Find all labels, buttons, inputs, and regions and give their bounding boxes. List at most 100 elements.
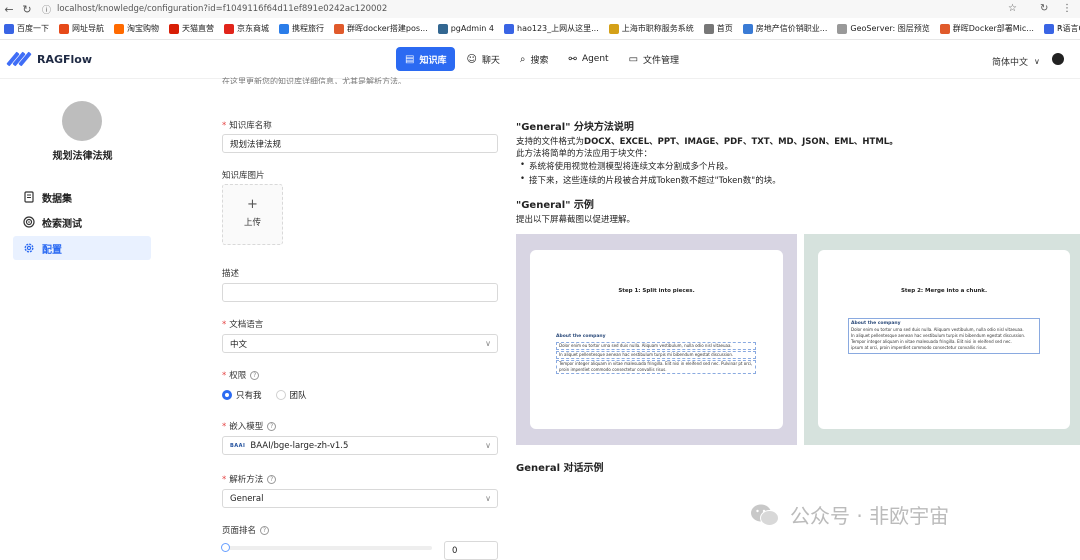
bookmark-item[interactable]: 首页	[703, 23, 733, 34]
bookmark-item[interactable]: 携程旅行	[279, 23, 324, 34]
tab-label: 知识库	[419, 55, 447, 66]
permission-label: * 权限?	[222, 369, 260, 381]
bookmark-item[interactable]: pgAdmin 4	[437, 23, 494, 34]
sidebar-item-dataset[interactable]: 数据集	[13, 185, 151, 209]
bookmark-item[interactable]: GeoServer: 图层预览	[837, 23, 930, 34]
method-line: 此方法将简单的方法应用于块文件：	[516, 149, 653, 159]
bookmark-favicon-icon	[114, 23, 124, 34]
description-input[interactable]	[222, 283, 498, 302]
back-icon[interactable]: ←	[0, 3, 18, 16]
chevron-down-icon: ∨	[485, 339, 491, 348]
bookmark-label: 上海市职称服务系统	[621, 24, 694, 33]
bookmark-favicon-icon	[59, 23, 69, 34]
sync-icon[interactable]: ↻	[1040, 3, 1048, 14]
sidebar-item-config[interactable]: 配置	[13, 236, 151, 260]
language-select[interactable]: 中文 ∨	[222, 334, 498, 353]
bookmark-label: 携程旅行	[292, 24, 324, 33]
more-icon[interactable]: ⋮	[1062, 3, 1072, 14]
bookmarks-bar: 百度一下 网址导航 淘宝购物 天猫直营 京东商城 携程旅行 群晖docker搭建pos...…	[0, 18, 1080, 40]
bookmark-item[interactable]: 上海市职称服务系统	[608, 23, 694, 34]
kb-avatar	[62, 101, 102, 141]
formats-line: 支持的文件格式为DOCX、EXCEL、PPT、IMAGE、PDF、TXT、MD、…	[516, 137, 898, 147]
logo[interactable]: RAGFlow	[6, 49, 93, 69]
sidebar-item-label: 检索测试	[42, 218, 82, 230]
bookmark-item[interactable]: 淘宝购物	[114, 23, 159, 34]
top-nav: ▤ 知识库 ☺ 聊天 ⌕ 搜索 ⚯ Agent ▭ 文件管理	[396, 47, 690, 71]
parse-method-select[interactable]: General ∨	[222, 489, 498, 508]
bookmark-favicon-icon	[169, 23, 179, 34]
github-icon[interactable]	[1052, 53, 1064, 65]
kb-name-input[interactable]: 规划法律法规	[222, 134, 498, 153]
bookmark-label: 群晖docker搭建pos...	[347, 24, 428, 33]
bookmarks-more-icon[interactable]: ›	[1058, 22, 1062, 33]
bookmark-item[interactable]: 房地产信价销职业...	[742, 23, 828, 34]
bullet-1: 系统将使用视觉检测模型将连续文本分割成多个片段。	[520, 160, 733, 172]
tab-search[interactable]: ⌕ 搜索	[511, 47, 558, 71]
slider-handle[interactable]	[221, 543, 230, 552]
radio-label: 团队	[289, 391, 307, 401]
bookmark-favicon-icon	[334, 23, 344, 34]
bookmark-label: 京东商城	[237, 24, 269, 33]
bookmark-item[interactable]: 天猫直营	[169, 23, 214, 34]
step2-card: Step 2: Merge into a chunk. About the co…	[818, 250, 1070, 429]
example-desc: 提出以下屏幕截图以促进理解。	[516, 215, 636, 225]
upload-label: 上传	[243, 218, 261, 228]
bookmark-label: 淘宝购物	[127, 24, 159, 33]
step1-card: Step 1: Split into pieces. About the com…	[530, 250, 783, 429]
radio-team[interactable]	[275, 390, 286, 400]
page-rank-label: 页面排名?	[222, 524, 270, 536]
language-label: 简体中文	[992, 58, 1029, 68]
info-icon[interactable]: ⓘ	[42, 3, 51, 16]
tab-agent[interactable]: ⚯ Agent	[560, 47, 618, 71]
plus-icon: +	[247, 197, 258, 212]
help-icon: ?	[250, 371, 260, 380]
language-select[interactable]: 简体中文 ∨	[992, 55, 1040, 68]
bookmark-label: 网址导航	[72, 24, 104, 33]
page-rank-slider[interactable]	[221, 543, 432, 552]
bookmark-item[interactable]: 群晖docker搭建pos...	[334, 23, 428, 34]
bookmark-item[interactable]: 网址导航	[59, 23, 104, 34]
bookmark-item[interactable]: 群晖Docker部署Mic...	[939, 23, 1034, 34]
language-value: 中文	[230, 339, 248, 350]
embedding-model-select[interactable]: BAAI BAAI/bge-large-zh-v1.5 ∨	[222, 436, 498, 455]
chat-example-title: General 对话示例	[516, 463, 604, 474]
bookmark-label: 群晖Docker部署Mic...	[952, 24, 1034, 33]
page-rank-input[interactable]: 0	[444, 541, 498, 560]
bookmark-label: hao123_上网从这里...	[517, 24, 599, 33]
tab-label: 文件管理	[643, 55, 680, 66]
tab-label: Agent	[581, 54, 609, 64]
bookmark-favicon-icon	[608, 23, 619, 34]
bookmark-favicon-icon	[437, 23, 448, 34]
bookmark-favicon-icon	[703, 23, 714, 34]
bookmark-favicon-icon	[939, 23, 950, 34]
watermark-text: 公众号 · 非欧宇宙	[790, 504, 950, 528]
embedding-model-label: * 嵌入模型?	[222, 420, 277, 432]
favorite-star-icon[interactable]: ☆	[1008, 3, 1017, 14]
radio-only-me[interactable]	[222, 390, 232, 400]
bookmark-item[interactable]: hao123_上网从这里...	[504, 23, 599, 34]
bookmark-favicon-icon	[279, 23, 289, 34]
logo-text: RAGFlow	[37, 52, 93, 66]
baai-badge: BAAI	[230, 442, 246, 449]
sidebar-item-label: 配置	[42, 244, 62, 256]
browser-toolbar: ← ↻ ⓘ localhost/knowledge/configuration?…	[0, 0, 1080, 18]
chat-icon: ☺	[466, 53, 477, 65]
bookmark-label: 房地产信价销职业...	[755, 24, 828, 33]
bookmark-item[interactable]: 京东商城	[224, 23, 269, 34]
address-bar[interactable]: ⓘ localhost/knowledge/configuration?id=f…	[42, 3, 972, 16]
chevron-down-icon: ∨	[485, 494, 491, 503]
tab-chat[interactable]: ☺ 聊天	[457, 47, 508, 71]
tab-knowledge-base[interactable]: ▤ 知识库	[396, 47, 456, 71]
tab-file-management[interactable]: ▭ 文件管理	[620, 47, 688, 71]
bookmark-item[interactable]: 百度一下	[4, 23, 49, 34]
url-text: localhost/knowledge/configuration?id=f10…	[57, 4, 388, 14]
folder-icon: ▭	[628, 53, 639, 65]
step1-title: Step 1: Split into pieces.	[618, 288, 695, 294]
bookmark-label: pgAdmin 4	[450, 24, 494, 33]
reload-icon[interactable]: ↻	[18, 3, 36, 16]
bookmark-label: 百度一下	[17, 24, 49, 33]
sidebar-item-retrieval-test[interactable]: 检索测试	[13, 210, 151, 234]
upload-button[interactable]: + 上传	[222, 184, 283, 245]
sidebar: 规划法律法规 数据集 检索测试 配置	[0, 79, 165, 560]
chevron-down-icon: ∨	[1034, 57, 1040, 66]
